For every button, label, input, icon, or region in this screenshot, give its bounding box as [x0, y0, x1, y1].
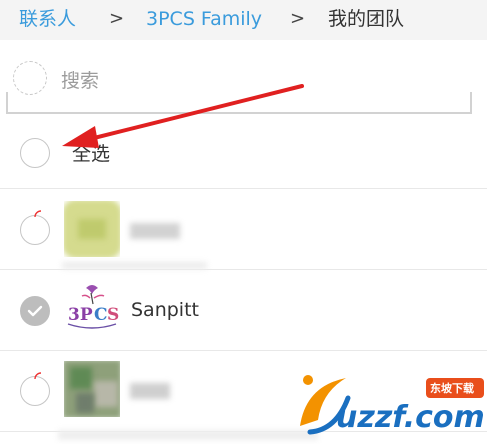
member-name-pixelated: [130, 223, 180, 239]
watermark-text: uzzf.com: [336, 400, 485, 435]
checkmark-icon: [27, 305, 43, 317]
avatar-pixelated: [78, 219, 106, 239]
select-all-row[interactable]: 全选: [0, 118, 487, 189]
member-row[interactable]: [0, 189, 487, 270]
avatar: 3P C S: [64, 280, 120, 336]
avatar: [64, 361, 120, 417]
divider-pixelated: [62, 262, 207, 269]
breadcrumb-my-team: 我的团队: [328, 8, 405, 30]
avatar-pixelated: [76, 393, 94, 413]
svg-text:3P: 3P: [68, 305, 93, 325]
search-border-left: [6, 92, 8, 112]
search-border-right: [470, 92, 472, 112]
watermark-badge: 东坡下载: [430, 382, 474, 395]
avatar-pixelated: [94, 381, 118, 407]
member-name-pixelated: [130, 383, 170, 399]
member-checkbox[interactable]: [20, 296, 50, 326]
member-row[interactable]: 3P C S Sanpitt: [0, 270, 487, 351]
breadcrumb-separator: >: [290, 8, 306, 29]
svg-text:S: S: [107, 305, 119, 325]
select-all-checkbox[interactable]: [20, 138, 50, 168]
member-name: Sanpitt: [131, 299, 199, 321]
search-bar: [6, 52, 472, 114]
svg-text:C: C: [94, 305, 108, 325]
loading-mark-icon: [34, 372, 42, 380]
breadcrumb-3pcs-family[interactable]: 3PCS Family: [146, 6, 262, 32]
breadcrumb-contacts[interactable]: 联系人: [19, 6, 76, 32]
avatar-pixelated: [70, 367, 92, 389]
3pcs-family-logo-icon: 3P C S: [67, 285, 119, 329]
breadcrumb: 联系人 > 3PCS Family > 我的团队: [0, 0, 487, 40]
avatar: [64, 201, 120, 257]
loading-mark-icon: [34, 210, 42, 218]
uzzf-watermark-logo: 东坡下载 uzzf.com: [296, 368, 487, 440]
bottom-edge-pixelated: [58, 430, 318, 440]
select-all-label: 全选: [72, 143, 111, 165]
breadcrumb-separator: >: [109, 8, 125, 29]
member-checkbox[interactable]: [20, 215, 50, 245]
search-input[interactable]: [61, 66, 441, 96]
search-avatar-placeholder-icon: [13, 61, 47, 95]
